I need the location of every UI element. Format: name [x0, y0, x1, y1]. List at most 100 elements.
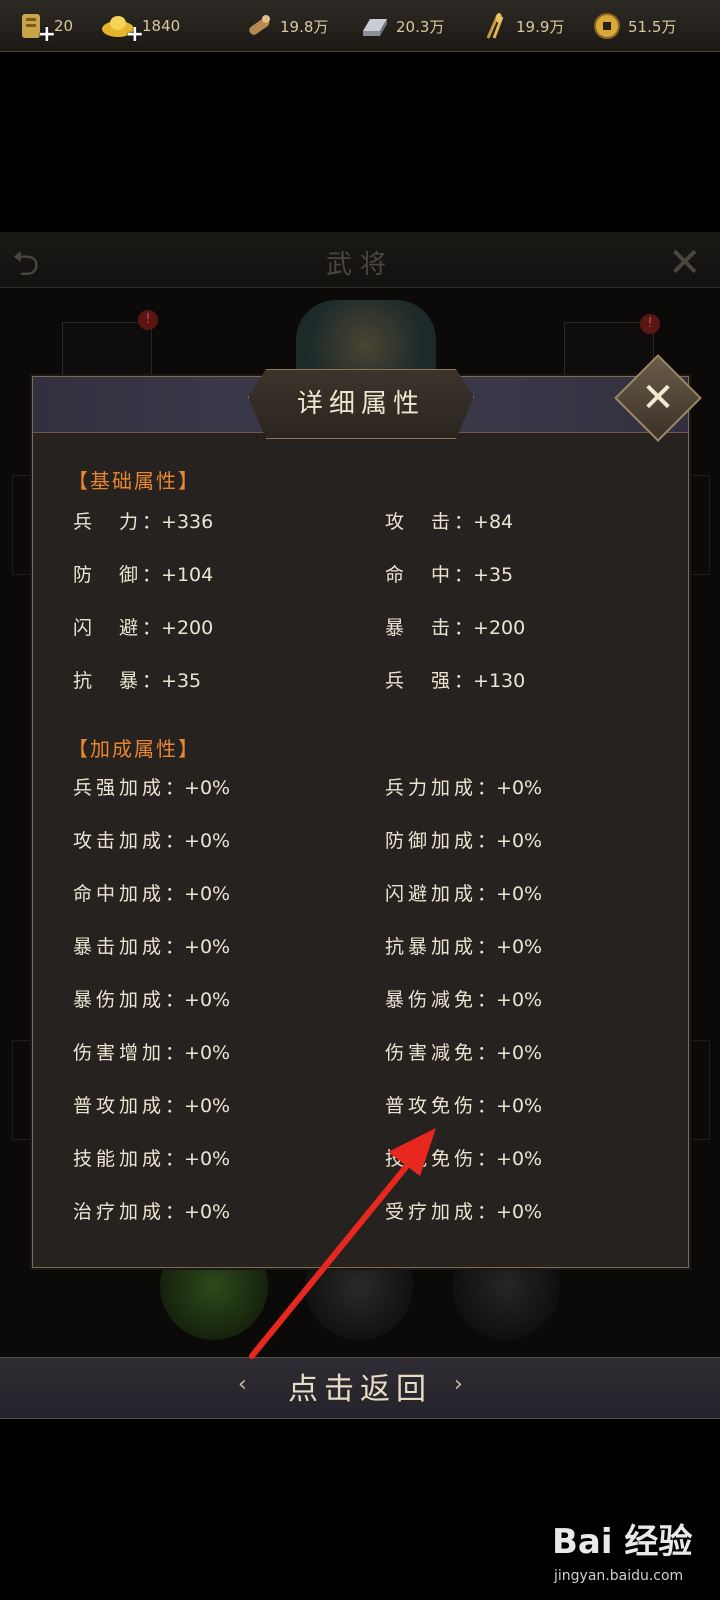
stat-row: 防御加成：+0%: [385, 826, 542, 853]
alert-icon: !: [640, 314, 660, 334]
dialog-title: 详细属性: [296, 389, 425, 419]
grain-icon: [480, 11, 510, 41]
resource-value: 20.3万: [396, 17, 445, 36]
stat-value: +0%: [184, 830, 231, 852]
stat-row: 兵强加成：+0%: [73, 773, 230, 800]
stat-label: 兵力加成: [385, 777, 478, 799]
basic-attributes-heading: 【基础属性】: [68, 469, 200, 493]
close-icon: ✕: [668, 240, 702, 286]
coin-icon: [592, 11, 622, 41]
stat-value: +35: [473, 564, 514, 586]
stat-value: +0%: [496, 1148, 543, 1170]
close-icon: ✕: [641, 375, 675, 421]
stat-row: 技能免伤：+0%: [385, 1144, 542, 1171]
stat-label: 技能加成: [73, 1148, 166, 1170]
stat-value: +0%: [496, 936, 543, 958]
stat-row: 命 中：+35: [385, 560, 513, 587]
gold-ingot-icon: +: [100, 11, 144, 47]
stat-label: 闪避加成: [385, 883, 478, 905]
stat-label: 暴伤加成: [73, 989, 166, 1011]
stat-value: +0%: [496, 830, 543, 852]
stat-separator: ：: [142, 511, 162, 533]
stat-row: 暴伤加成：+0%: [73, 985, 230, 1012]
stat-label: 闪 避: [73, 617, 143, 639]
return-button[interactable]: 点击返回: [0, 1364, 720, 1408]
plus-icon[interactable]: +: [126, 22, 144, 47]
alert-icon: !: [138, 310, 158, 330]
stat-separator: ：: [477, 936, 497, 958]
stat-row: 兵力加成：+0%: [385, 773, 542, 800]
stat-separator: ：: [477, 989, 497, 1011]
resource-value: 20: [54, 17, 74, 35]
stat-value: +0%: [184, 1201, 231, 1223]
stat-separator: ：: [454, 564, 474, 586]
resource-value: 51.5万: [628, 17, 677, 36]
stat-label: 暴击加成: [73, 936, 166, 958]
stat-label: 普攻免伤: [385, 1095, 478, 1117]
stat-row: 伤害减免：+0%: [385, 1038, 542, 1065]
stat-row: 抗 暴：+35: [73, 666, 201, 693]
stat-separator: ：: [454, 511, 474, 533]
stat-row: 攻击加成：+0%: [73, 826, 230, 853]
resource-iron: 20.3万: [360, 8, 444, 44]
background-title: 武将: [325, 250, 394, 280]
general-portrait: [296, 300, 436, 375]
resource-coin: 51.5万: [592, 8, 676, 44]
stat-value: +0%: [496, 777, 543, 799]
stat-separator: ：: [477, 830, 497, 852]
stat-row: 闪避加成：+0%: [385, 879, 542, 906]
stat-separator: ：: [477, 1201, 497, 1223]
stat-value: +35: [161, 670, 202, 692]
stat-value: +0%: [184, 1042, 231, 1064]
stat-label: 抗暴加成: [385, 936, 478, 958]
stat-separator: ：: [142, 670, 162, 692]
stat-value: +0%: [496, 1201, 543, 1223]
stat-row: 攻 击：+84: [385, 507, 513, 534]
stat-row: 抗暴加成：+0%: [385, 932, 542, 959]
chevron-right-icon: ›: [454, 1372, 463, 1397]
stat-label: 受疗加成: [385, 1201, 478, 1223]
resource-wood: 19.8万: [244, 8, 328, 44]
stat-row: 普攻免伤：+0%: [385, 1091, 542, 1118]
iron-icon: [360, 11, 390, 41]
stat-separator: ：: [142, 564, 162, 586]
wood-icon: [244, 11, 274, 41]
resource-scroll[interactable]: + 20: [18, 8, 74, 47]
stat-value: +0%: [184, 883, 231, 905]
stat-value: +0%: [184, 1148, 231, 1170]
bonus-attributes-heading: 【加成属性】: [68, 737, 200, 761]
stat-separator: ：: [165, 883, 185, 905]
stat-value: +84: [473, 511, 514, 533]
stat-label: 暴 击: [385, 617, 455, 639]
stat-separator: ：: [165, 936, 185, 958]
stat-value: +0%: [184, 1095, 231, 1117]
watermark: Bai 经验 jingyan.baidu.com: [552, 1514, 712, 1594]
stat-row: 伤害增加：+0%: [73, 1038, 230, 1065]
plus-icon[interactable]: +: [38, 22, 56, 47]
stat-row: 普攻加成：+0%: [73, 1091, 230, 1118]
stat-separator: ：: [477, 1148, 497, 1170]
stat-row: 兵 强：+130: [385, 666, 525, 693]
stat-separator: ：: [477, 1095, 497, 1117]
stat-row: 技能加成：+0%: [73, 1144, 230, 1171]
side-panel: [12, 1040, 32, 1140]
stat-label: 命中加成: [73, 883, 166, 905]
stat-label: 兵 强: [385, 670, 455, 692]
resource-value: 1840: [142, 17, 181, 35]
stat-separator: ：: [165, 830, 185, 852]
stat-value: +0%: [184, 777, 231, 799]
resource-bar: + 20 + 1840 19.8万 20.3万 19.9万 51.5万: [0, 0, 720, 52]
stat-row: 治疗加成：+0%: [73, 1197, 230, 1224]
stat-value: +200: [473, 617, 526, 639]
baidu-logo: Bai 经验: [552, 1522, 693, 1562]
stat-value: +336: [161, 511, 214, 533]
stat-row: 兵 力：+336: [73, 507, 213, 534]
stat-separator: ：: [165, 1042, 185, 1064]
stat-row: 闪 避：+200: [73, 613, 213, 640]
stat-separator: ：: [477, 777, 497, 799]
stat-separator: ：: [165, 1095, 185, 1117]
scroll-icon: +: [18, 11, 56, 47]
stat-separator: ：: [165, 989, 185, 1011]
stat-label: 普攻加成: [73, 1095, 166, 1117]
resource-gold[interactable]: + 1840: [100, 8, 181, 47]
